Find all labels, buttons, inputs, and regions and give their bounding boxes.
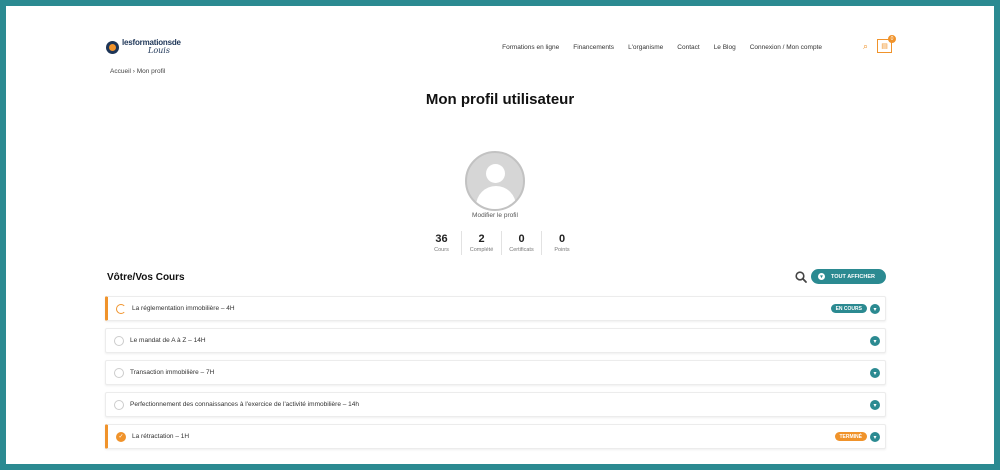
avatar-head-icon — [486, 164, 505, 183]
stat-label: Cours — [434, 247, 449, 253]
course-row[interactable]: Transaction immobilière – 7H ▾ — [105, 360, 886, 385]
site-logo[interactable]: lesformationsde Louis — [106, 39, 181, 55]
header-search-icon[interactable]: ⌕ — [863, 41, 868, 52]
courses-section-title: Vôtre/Vos Cours — [107, 272, 185, 283]
show-all-button[interactable]: ▾ TOUT AFFICHER — [811, 269, 886, 284]
stat-certificates: 0 Certificats — [502, 231, 542, 255]
logo-mark-icon — [106, 40, 119, 54]
course-name: Transaction immobilière – 7H — [130, 369, 215, 376]
profile-stats: 36 Cours 2 Complété 0 Certificats 0 Poin… — [422, 231, 582, 255]
chevron-down-icon[interactable]: ▾ — [870, 368, 880, 378]
stat-value: 2 — [478, 233, 485, 245]
stat-completed: 2 Complété — [462, 231, 502, 255]
chevron-down-icon: ▾ — [818, 273, 825, 280]
course-row[interactable]: ✓ La rétractation – 1H TERMINÉ ▾ — [105, 424, 886, 449]
page-frame: lesformationsde Louis Formations en lign… — [6, 6, 994, 464]
show-all-label: TOUT AFFICHER — [831, 273, 875, 280]
avatar-body-icon — [476, 186, 516, 209]
chevron-down-icon[interactable]: ▾ — [870, 432, 880, 442]
cart-icon[interactable]: ▤ 0 — [877, 35, 896, 53]
in-progress-icon — [116, 303, 126, 314]
nav-item-formations[interactable]: Formations en ligne — [502, 44, 559, 51]
search-icon[interactable] — [794, 270, 808, 284]
breadcrumb[interactable]: Accueil › Mon profil — [110, 68, 165, 75]
not-started-icon — [114, 367, 124, 378]
course-name: La rétractation – 1H — [132, 433, 190, 440]
chevron-down-icon[interactable]: ▾ — [870, 304, 880, 314]
page-title: Mon profil utilisateur — [425, 91, 575, 108]
avatar[interactable] — [465, 151, 525, 211]
course-row[interactable]: Perfectionnement des connaissances à l'e… — [105, 392, 886, 417]
site-header: lesformationsde Louis Formations en lign… — [106, 35, 896, 60]
status-badge: TERMINÉ — [834, 432, 867, 441]
status-badge: EN COURS — [830, 304, 867, 313]
stat-value: 36 — [435, 233, 448, 245]
course-row[interactable]: La réglementation immobilière – 4H EN CO… — [105, 296, 886, 321]
chevron-down-icon[interactable]: ▾ — [870, 336, 880, 346]
chevron-down-icon[interactable]: ▾ — [870, 400, 880, 410]
main-nav: Formations en ligne Financements L'organ… — [502, 44, 822, 51]
course-name: Le mandat de A à Z – 14H — [130, 337, 206, 344]
nav-item-organisme[interactable]: L'organisme — [628, 44, 663, 51]
stat-label: Points — [554, 247, 570, 253]
stat-value: 0 — [518, 233, 525, 245]
nav-item-financements[interactable]: Financements — [573, 44, 614, 51]
stat-label: Complété — [469, 247, 494, 253]
course-name: La réglementation immobilière – 4H — [132, 305, 235, 312]
stat-courses: 36 Cours — [422, 231, 462, 255]
nav-item-account[interactable]: Connexion / Mon compte — [750, 44, 822, 51]
cart-count-badge: 0 — [888, 35, 896, 43]
completed-check-icon: ✓ — [116, 431, 126, 442]
stat-label: Certificats — [509, 247, 534, 253]
nav-item-blog[interactable]: Le Blog — [714, 44, 736, 51]
not-started-icon — [114, 399, 124, 410]
logo-name-bottom: Louis — [148, 46, 170, 55]
course-row[interactable]: Le mandat de A à Z – 14H ▾ — [105, 328, 886, 353]
nav-item-contact[interactable]: Contact — [677, 44, 699, 51]
not-started-icon — [114, 335, 124, 346]
stat-value: 0 — [558, 233, 566, 245]
edit-profile-link[interactable]: Modifier le profil — [6, 212, 984, 219]
stat-points: 0 Points — [542, 231, 582, 255]
course-name: Perfectionnement des connaissances à l'e… — [130, 401, 360, 408]
